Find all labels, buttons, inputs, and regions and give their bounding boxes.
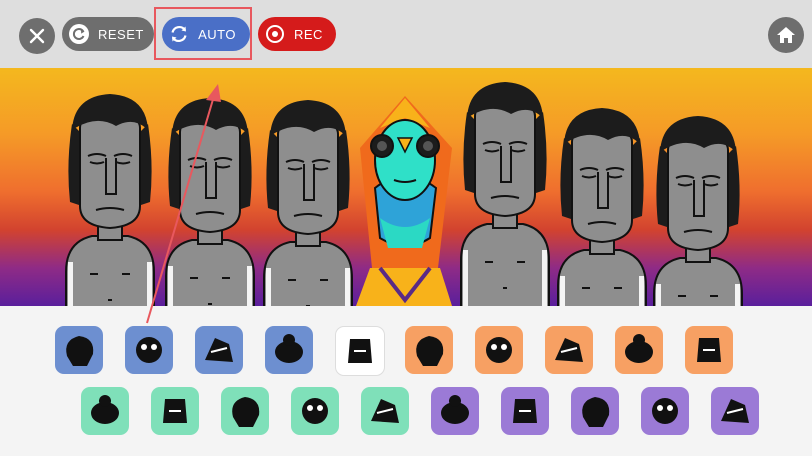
performer-1[interactable] bbox=[65, 93, 155, 306]
auto-label: AUTO bbox=[198, 26, 236, 42]
auto-button[interactable]: AUTO bbox=[162, 17, 250, 51]
reset-button[interactable]: RESET bbox=[62, 17, 154, 51]
close-button[interactable] bbox=[19, 18, 55, 54]
sound-icon-voice-4[interactable] bbox=[641, 387, 689, 435]
performer-5[interactable] bbox=[460, 81, 550, 306]
home-icon bbox=[777, 27, 795, 43]
performer-6[interactable] bbox=[557, 107, 647, 306]
sound-icon-effect-2[interactable] bbox=[405, 326, 453, 374]
auto-refresh-icon bbox=[168, 22, 190, 46]
close-icon bbox=[29, 28, 45, 44]
reset-label: RESET bbox=[98, 26, 144, 42]
rec-label: REC bbox=[294, 26, 323, 42]
reset-icon bbox=[68, 22, 90, 46]
sound-icon-effect-4[interactable] bbox=[545, 326, 593, 374]
sound-icon-melody-2[interactable] bbox=[151, 387, 199, 435]
sound-icon-beat-2[interactable] bbox=[125, 326, 173, 374]
top-bar: RESET AUTO REC bbox=[0, 0, 812, 68]
sound-tray bbox=[0, 306, 812, 456]
sound-icon-effect-5[interactable] bbox=[615, 326, 663, 374]
record-icon bbox=[264, 22, 286, 46]
performer-7[interactable] bbox=[653, 115, 743, 306]
sound-icon-voice-3[interactable] bbox=[571, 387, 619, 435]
stage-canvas bbox=[65, 81, 743, 306]
sound-icon-beat-3[interactable] bbox=[195, 326, 243, 374]
home-button[interactable] bbox=[768, 17, 804, 53]
sound-icon-effect-6[interactable] bbox=[685, 326, 733, 374]
sound-icon-melody-4[interactable] bbox=[291, 387, 339, 435]
sound-icon-effect-1[interactable] bbox=[335, 326, 385, 376]
sound-icon-beat-1[interactable] bbox=[55, 326, 103, 374]
performer-3[interactable] bbox=[263, 99, 353, 306]
rec-button[interactable]: REC bbox=[258, 17, 336, 51]
sound-icon-beat-4[interactable] bbox=[265, 326, 313, 374]
sound-icon-melody-3[interactable] bbox=[221, 387, 269, 435]
character-stage bbox=[0, 68, 812, 306]
sound-icon-melody-5[interactable] bbox=[361, 387, 409, 435]
sound-icon-voice-2[interactable] bbox=[501, 387, 549, 435]
performer-2[interactable] bbox=[165, 97, 255, 306]
sound-icon-voice-5[interactable] bbox=[711, 387, 759, 435]
sound-icon-voice-1[interactable] bbox=[431, 387, 479, 435]
sound-icon-melody-1[interactable] bbox=[81, 387, 129, 435]
performer-4-active[interactable] bbox=[356, 96, 452, 306]
sound-icon-effect-3[interactable] bbox=[475, 326, 523, 374]
